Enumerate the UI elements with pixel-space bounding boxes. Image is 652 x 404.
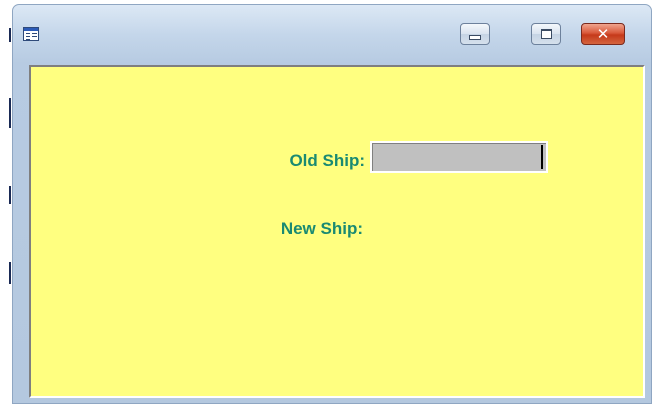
edge-mark bbox=[9, 262, 11, 284]
close-button[interactable]: ✕ bbox=[581, 23, 625, 45]
left-edge bbox=[0, 0, 12, 404]
form-window-icon[interactable] bbox=[23, 27, 39, 41]
edge-mark bbox=[9, 186, 11, 204]
text-cursor bbox=[541, 145, 543, 169]
minimize-button[interactable] bbox=[460, 23, 490, 45]
edge-mark bbox=[9, 98, 11, 128]
maximize-button[interactable] bbox=[531, 23, 561, 45]
title-bar[interactable]: ✕ bbox=[13, 5, 651, 61]
edge-mark bbox=[9, 28, 11, 42]
maximize-icon bbox=[540, 29, 552, 39]
old-ship-label: Old Ship: bbox=[289, 151, 365, 170]
minimize-icon bbox=[469, 34, 481, 40]
old-ship-input[interactable] bbox=[370, 141, 548, 173]
dialog-window: ✕ Old Ship: New Ship: bbox=[12, 4, 652, 404]
close-icon: ✕ bbox=[596, 24, 610, 43]
form-panel: Old Ship: New Ship: bbox=[29, 65, 645, 398]
new-ship-label: New Ship: bbox=[280, 219, 363, 238]
